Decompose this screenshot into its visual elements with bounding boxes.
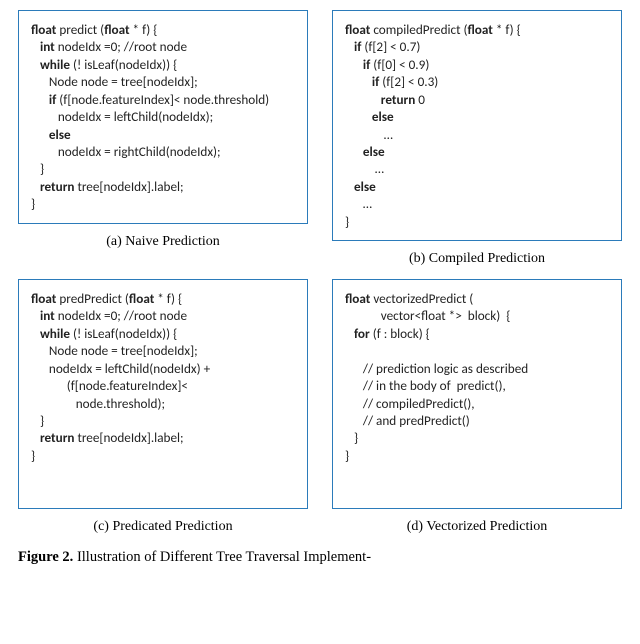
code-text: Node node = tree[nodeIdx]; xyxy=(31,73,198,90)
kw-while: while xyxy=(40,56,70,73)
codebox-predicated: float predPredict (float * f) { int node… xyxy=(18,279,308,509)
code-text: node.threshold); xyxy=(31,395,165,412)
caption-a: (a) Naive Prediction xyxy=(106,234,220,250)
code-blank xyxy=(345,342,348,359)
figure-line: Figure 2. Illustration of Different Tree… xyxy=(18,547,622,569)
code-text: * f) { xyxy=(493,21,521,38)
code-text: // compiledPredict(), xyxy=(345,395,475,412)
code-text xyxy=(345,38,354,55)
code-text: * f) { xyxy=(154,290,182,307)
code-text: nodeIdx = leftChild(nodeIdx) + xyxy=(31,360,210,377)
codebox-vectorized: float vectorizedPredict ( vector<float *… xyxy=(332,279,622,509)
code-text xyxy=(345,56,363,73)
kw-float: float xyxy=(104,21,129,38)
kw-float: float xyxy=(31,21,56,38)
code-text: … xyxy=(345,126,393,143)
code-text: } xyxy=(31,447,35,464)
code-text: … xyxy=(345,195,372,212)
code-text xyxy=(345,143,363,160)
code-text: vectorizedPredict ( xyxy=(370,290,473,307)
kw-float: float xyxy=(468,21,493,38)
code-text: } xyxy=(31,412,44,429)
kw-else: else xyxy=(49,126,71,143)
code-text: (! isLeaf(nodeIdx)) { xyxy=(70,56,177,73)
codebox-compiled: float compiledPredict (float * f) { if (… xyxy=(332,10,622,241)
code-text: (f[node.featureIndex]< node.threshold) xyxy=(56,91,269,108)
codebox-naive: float predict (float * f) { int nodeIdx … xyxy=(18,10,308,224)
code-text: (! isLeaf(nodeIdx)) { xyxy=(70,325,177,342)
kw-else: else xyxy=(354,178,376,195)
code-text xyxy=(345,73,372,90)
code-text xyxy=(31,429,40,446)
kw-return: return xyxy=(40,429,75,446)
kw-int: int xyxy=(40,38,55,55)
code-text: (f[node.featureIndex]< xyxy=(31,377,188,394)
kw-float: float xyxy=(345,290,370,307)
panel-d: float vectorizedPredict ( vector<float *… xyxy=(332,279,622,535)
code-text: (f[2] < 0.3) xyxy=(379,73,438,90)
code-text: 0 xyxy=(415,91,425,108)
code-text: } xyxy=(345,447,349,464)
code-text: // in the body of predict(), xyxy=(345,377,506,394)
panel-c: float predPredict (float * f) { int node… xyxy=(18,279,308,535)
kw-int: int xyxy=(40,307,55,324)
panel-a: float predict (float * f) { int nodeIdx … xyxy=(18,10,308,267)
code-text xyxy=(31,178,40,195)
caption-b: (b) Compiled Prediction xyxy=(409,251,545,267)
code-text: (f[2] < 0.7) xyxy=(361,38,420,55)
code-text: tree[nodeIdx].label; xyxy=(74,429,183,446)
code-text xyxy=(31,325,40,342)
caption-c: (c) Predicated Prediction xyxy=(93,519,232,535)
code-text: (f[0] < 0.9) xyxy=(370,56,429,73)
code-text: nodeIdx = leftChild(nodeIdx); xyxy=(31,108,213,125)
code-text: … xyxy=(345,160,384,177)
code-text xyxy=(345,178,354,195)
code-text: } xyxy=(31,160,44,177)
code-text: // prediction logic as described xyxy=(345,360,528,377)
code-text: predict ( xyxy=(56,21,104,38)
code-panels-row-2: float predPredict (float * f) { int node… xyxy=(18,279,622,535)
kw-while: while xyxy=(40,325,70,342)
code-text: vector<float *> block) { xyxy=(345,307,510,324)
kw-float: float xyxy=(129,290,154,307)
kw-float: float xyxy=(345,21,370,38)
code-text: compiledPredict ( xyxy=(370,21,467,38)
code-text: } xyxy=(31,195,35,212)
code-text xyxy=(31,56,40,73)
code-text xyxy=(345,108,372,125)
code-text: (f : block) { xyxy=(370,325,430,342)
kw-float: float xyxy=(31,290,56,307)
kw-for: for xyxy=(354,325,370,342)
caption-d: (d) Vectorized Prediction xyxy=(407,519,547,535)
figure-text: Illustration of Different Tree Traversal… xyxy=(73,549,371,565)
kw-return: return xyxy=(381,91,416,108)
code-text: Node node = tree[nodeIdx]; xyxy=(31,342,198,359)
code-text: nodeIdx = rightChild(nodeIdx); xyxy=(31,143,221,160)
kw-else: else xyxy=(363,143,385,160)
code-text: nodeIdx =0; //root node xyxy=(55,38,187,55)
code-panels-row-1: float predict (float * f) { int nodeIdx … xyxy=(18,10,622,267)
code-text: predPredict ( xyxy=(56,290,129,307)
code-text xyxy=(31,38,40,55)
code-text: } xyxy=(345,429,358,446)
figure-label: Figure 2. xyxy=(18,549,73,565)
code-text: nodeIdx =0; //root node xyxy=(55,307,187,324)
code-text xyxy=(31,126,49,143)
code-text xyxy=(345,325,354,342)
code-text xyxy=(31,307,40,324)
code-text xyxy=(31,91,49,108)
kw-return: return xyxy=(40,178,75,195)
code-text xyxy=(345,91,381,108)
code-text: // and predPredict() xyxy=(345,412,470,429)
kw-else: else xyxy=(372,108,394,125)
code-text: * f) { xyxy=(130,21,158,38)
code-text: } xyxy=(345,213,349,230)
panel-b: float compiledPredict (float * f) { if (… xyxy=(332,10,622,267)
code-text: tree[nodeIdx].label; xyxy=(74,178,183,195)
